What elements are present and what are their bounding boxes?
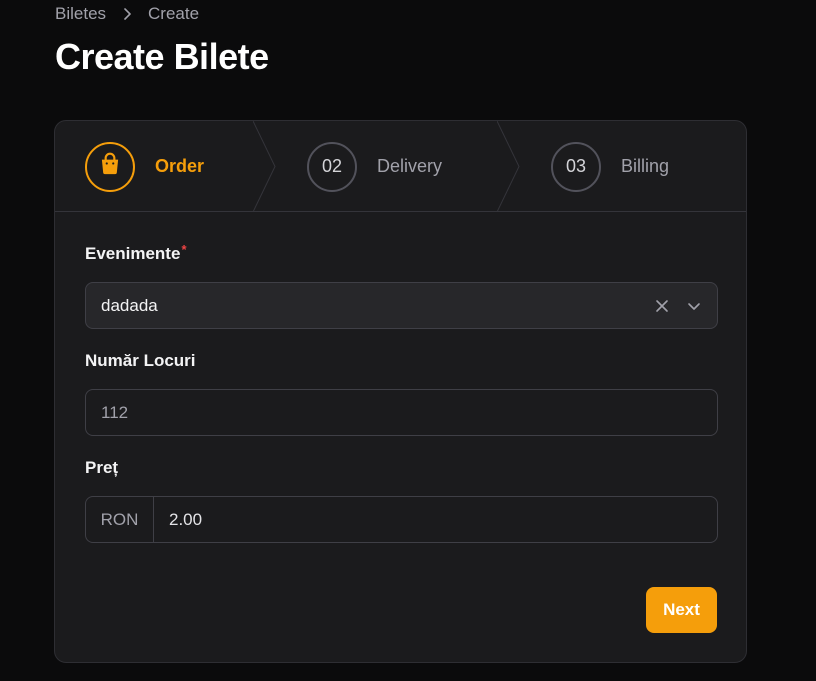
step-delivery-circle: 02 (307, 141, 357, 192)
next-button[interactable]: Next (646, 587, 717, 633)
chevron-right-icon (120, 7, 134, 21)
step-delivery[interactable]: 02 Delivery (307, 121, 442, 212)
evenimente-label-text: Evenimente (85, 244, 181, 263)
breadcrumb-item-create: Create (148, 4, 200, 23)
required-marker: * (181, 242, 187, 257)
step-separator (497, 121, 520, 212)
step-billing[interactable]: 03 Billing (551, 121, 669, 212)
evenimente-label: Evenimente* (85, 242, 718, 266)
order-form: Evenimente* dadada Număr Locuri P (85, 242, 718, 565)
evenimente-select[interactable]: dadada (85, 282, 718, 329)
select-controls (654, 298, 702, 314)
pret-wrapper: RON (85, 496, 718, 543)
wizard-steps: Order 02 Delivery 03 Billing (55, 121, 746, 212)
numar-locuri-wrapper (85, 389, 718, 436)
numar-locuri-input[interactable] (86, 390, 717, 435)
step-order[interactable]: Order (85, 121, 204, 212)
step-order-label: Order (155, 156, 205, 176)
evenimente-selected-value: dadada (101, 295, 158, 315)
pret-label: Preț (85, 458, 119, 477)
field-evenimente: Evenimente* dadada (85, 242, 718, 329)
field-pret: Preț RON (85, 458, 718, 543)
breadcrumb: Biletes Create (55, 4, 199, 24)
shopping-bag-icon (97, 151, 123, 182)
page-title: Create Bilete (55, 36, 269, 77)
clear-icon[interactable] (654, 298, 670, 314)
wizard-card: Order 02 Delivery 03 Billing Evenimente*… (54, 120, 747, 663)
chevron-down-icon[interactable] (686, 298, 702, 314)
step-separator (253, 121, 276, 212)
step-billing-label: Billing (621, 156, 670, 176)
step-billing-circle: 03 (551, 141, 601, 192)
currency-prefix: RON (86, 497, 154, 542)
pret-input[interactable] (154, 497, 717, 542)
step-order-circle (85, 141, 135, 192)
step-delivery-label: Delivery (377, 156, 443, 176)
breadcrumb-item-biletes[interactable]: Biletes (55, 4, 106, 24)
field-numar-locuri: Număr Locuri (85, 351, 718, 436)
numar-locuri-label: Număr Locuri (85, 351, 196, 370)
